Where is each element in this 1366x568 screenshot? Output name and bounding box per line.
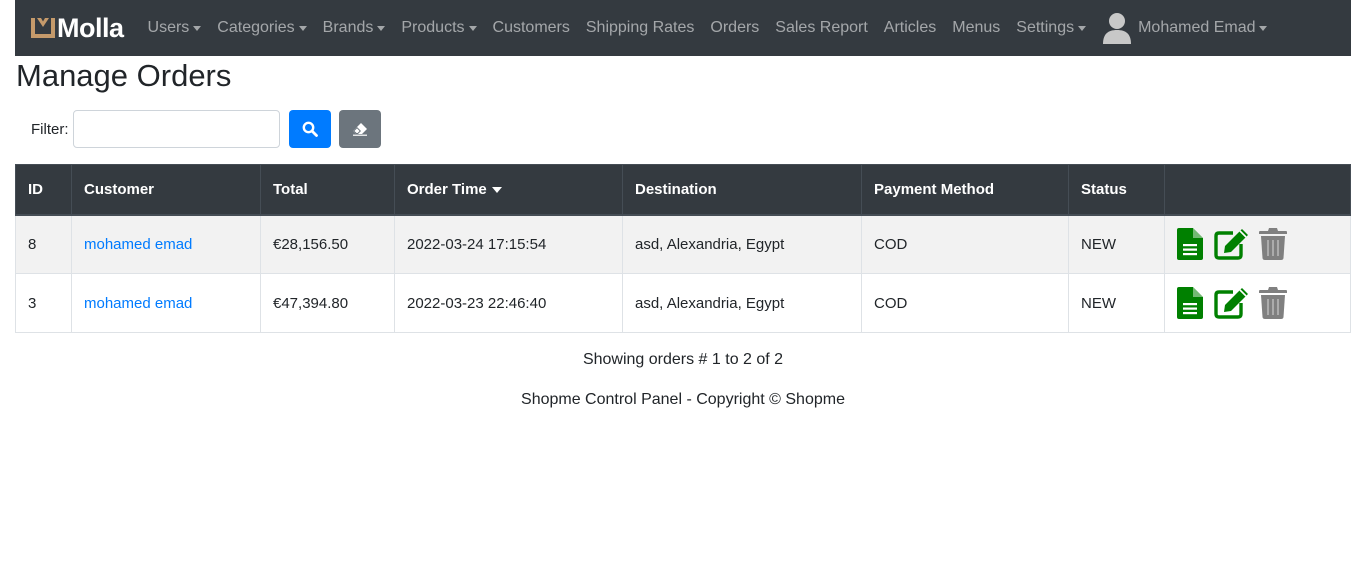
column-header-payment-method[interactable]: Payment Method — [861, 164, 1069, 216]
delete-order-button[interactable] — [1259, 287, 1287, 319]
cell-id: 8 — [15, 214, 72, 274]
column-header-total[interactable]: Total — [260, 164, 395, 216]
top-navbar: Molla Users Categories Brands Products C… — [15, 0, 1351, 56]
table-header-row: ID Customer Total Order Time Destination… — [15, 164, 1351, 216]
nav-menus[interactable]: Menus — [944, 0, 1008, 56]
brand-name: Molla — [57, 12, 124, 43]
cell-actions — [1164, 273, 1351, 333]
user-icon — [1103, 13, 1132, 44]
nav-brands-label: Brands — [322, 19, 374, 36]
nav-products-label: Products — [401, 19, 465, 36]
column-header-customer-label: Customer — [84, 180, 155, 198]
order-detail-button[interactable] — [1177, 228, 1203, 261]
nav-sales-report-label: Sales Report — [775, 19, 868, 36]
cell-actions — [1164, 214, 1351, 274]
nav-orders-label: Orders — [710, 19, 760, 36]
file-text-icon — [1177, 228, 1203, 261]
table-row: 8 mohamed emad €28,156.50 2022-03-24 17:… — [15, 214, 1351, 274]
filter-label: Filter: — [31, 120, 69, 138]
edit-order-button[interactable] — [1213, 228, 1249, 260]
nav-users[interactable]: Users — [140, 0, 210, 56]
nav-shipping-rates-label: Shipping Rates — [585, 19, 695, 36]
edit-icon — [1214, 229, 1248, 260]
nav-brands[interactable]: Brands — [315, 0, 394, 56]
edit-order-button[interactable] — [1213, 287, 1249, 319]
cell-payment-method: COD — [861, 273, 1069, 333]
column-header-destination-label: Destination — [635, 180, 717, 198]
nav-customers-label: Customers — [492, 19, 570, 36]
cell-destination: asd, Alexandria, Egypt — [622, 214, 862, 274]
nav-menus-label: Menus — [952, 19, 1001, 36]
eraser-icon — [352, 123, 367, 136]
order-detail-button[interactable] — [1177, 287, 1203, 319]
chevron-down-icon — [468, 25, 477, 31]
orders-table: ID Customer Total Order Time Destination… — [15, 164, 1351, 333]
cell-order-time: 2022-03-23 22:46:40 — [394, 273, 623, 333]
cell-customer: mohamed emad — [71, 273, 261, 333]
nav-customers[interactable]: Customers — [485, 0, 578, 56]
page-title: Manage Orders — [16, 58, 232, 93]
column-header-customer[interactable]: Customer — [71, 164, 261, 216]
nav-products[interactable]: Products — [393, 0, 484, 56]
column-header-actions — [1164, 164, 1351, 216]
footer-text: Shopme Control Panel - Copyright © Shopm… — [521, 391, 845, 408]
sort-desc-icon — [491, 186, 502, 193]
chevron-down-icon — [298, 25, 307, 31]
nav-settings-label: Settings — [1016, 19, 1075, 36]
trash-icon — [1259, 287, 1287, 319]
nav-categories[interactable]: Categories — [209, 0, 314, 56]
molla-logo-icon — [31, 18, 55, 38]
column-header-total-label: Total — [273, 180, 308, 198]
cell-total: €47,394.80 — [260, 273, 395, 333]
column-header-order-time-label: Order Time — [407, 180, 487, 198]
column-header-id-label: ID — [28, 180, 43, 198]
nav-menu: Users Categories Brands Products Custome… — [140, 0, 1276, 56]
filter-form: Filter: — [31, 110, 381, 148]
nav-shipping-rates[interactable]: Shipping Rates — [578, 0, 703, 56]
nav-articles-label: Articles — [883, 19, 937, 36]
cell-total: €28,156.50 — [260, 214, 395, 274]
edit-icon — [1214, 288, 1248, 319]
search-icon — [302, 121, 318, 137]
column-header-status-label: Status — [1081, 180, 1127, 198]
user-name: Mohamed Emad — [1138, 19, 1256, 36]
search-button[interactable] — [288, 110, 331, 148]
cell-order-time: 2022-03-24 17:15:54 — [394, 214, 623, 274]
column-header-status[interactable]: Status — [1068, 164, 1165, 216]
column-header-payment-method-label: Payment Method — [874, 180, 995, 198]
cell-destination: asd, Alexandria, Egypt — [622, 273, 862, 333]
user-menu[interactable]: Mohamed Emad — [1094, 0, 1275, 56]
column-header-id[interactable]: ID — [15, 164, 72, 216]
customer-link[interactable]: mohamed emad — [84, 295, 192, 312]
nav-sales-report[interactable]: Sales Report — [767, 0, 876, 56]
delete-order-button[interactable] — [1259, 228, 1287, 261]
pagination-summary: Showing orders # 1 to 2 of 2 — [582, 351, 784, 368]
filter-input[interactable] — [72, 110, 280, 148]
column-header-order-time[interactable]: Order Time — [394, 164, 623, 216]
table-row: 3 mohamed emad €47,394.80 2022-03-23 22:… — [15, 273, 1351, 333]
cell-id: 3 — [15, 273, 72, 333]
clear-filter-button[interactable] — [338, 110, 381, 148]
column-header-destination[interactable]: Destination — [622, 164, 862, 216]
nav-articles[interactable]: Articles — [876, 0, 944, 56]
nav-orders[interactable]: Orders — [702, 0, 767, 56]
nav-settings[interactable]: Settings — [1008, 0, 1094, 56]
chevron-down-icon — [1259, 25, 1268, 31]
nav-users-label: Users — [147, 19, 190, 36]
cell-payment-method: COD — [861, 214, 1069, 274]
chevron-down-icon — [1078, 25, 1087, 31]
cell-customer: mohamed emad — [71, 214, 261, 274]
chevron-down-icon — [193, 25, 202, 31]
brand-logo[interactable]: Molla — [31, 0, 124, 56]
trash-icon — [1259, 228, 1287, 261]
cell-status: NEW — [1068, 214, 1165, 274]
file-text-icon — [1177, 287, 1203, 319]
cell-status: NEW — [1068, 273, 1165, 333]
chevron-down-icon — [377, 25, 386, 31]
nav-categories-label: Categories — [217, 19, 295, 36]
customer-link[interactable]: mohamed emad — [84, 236, 192, 253]
